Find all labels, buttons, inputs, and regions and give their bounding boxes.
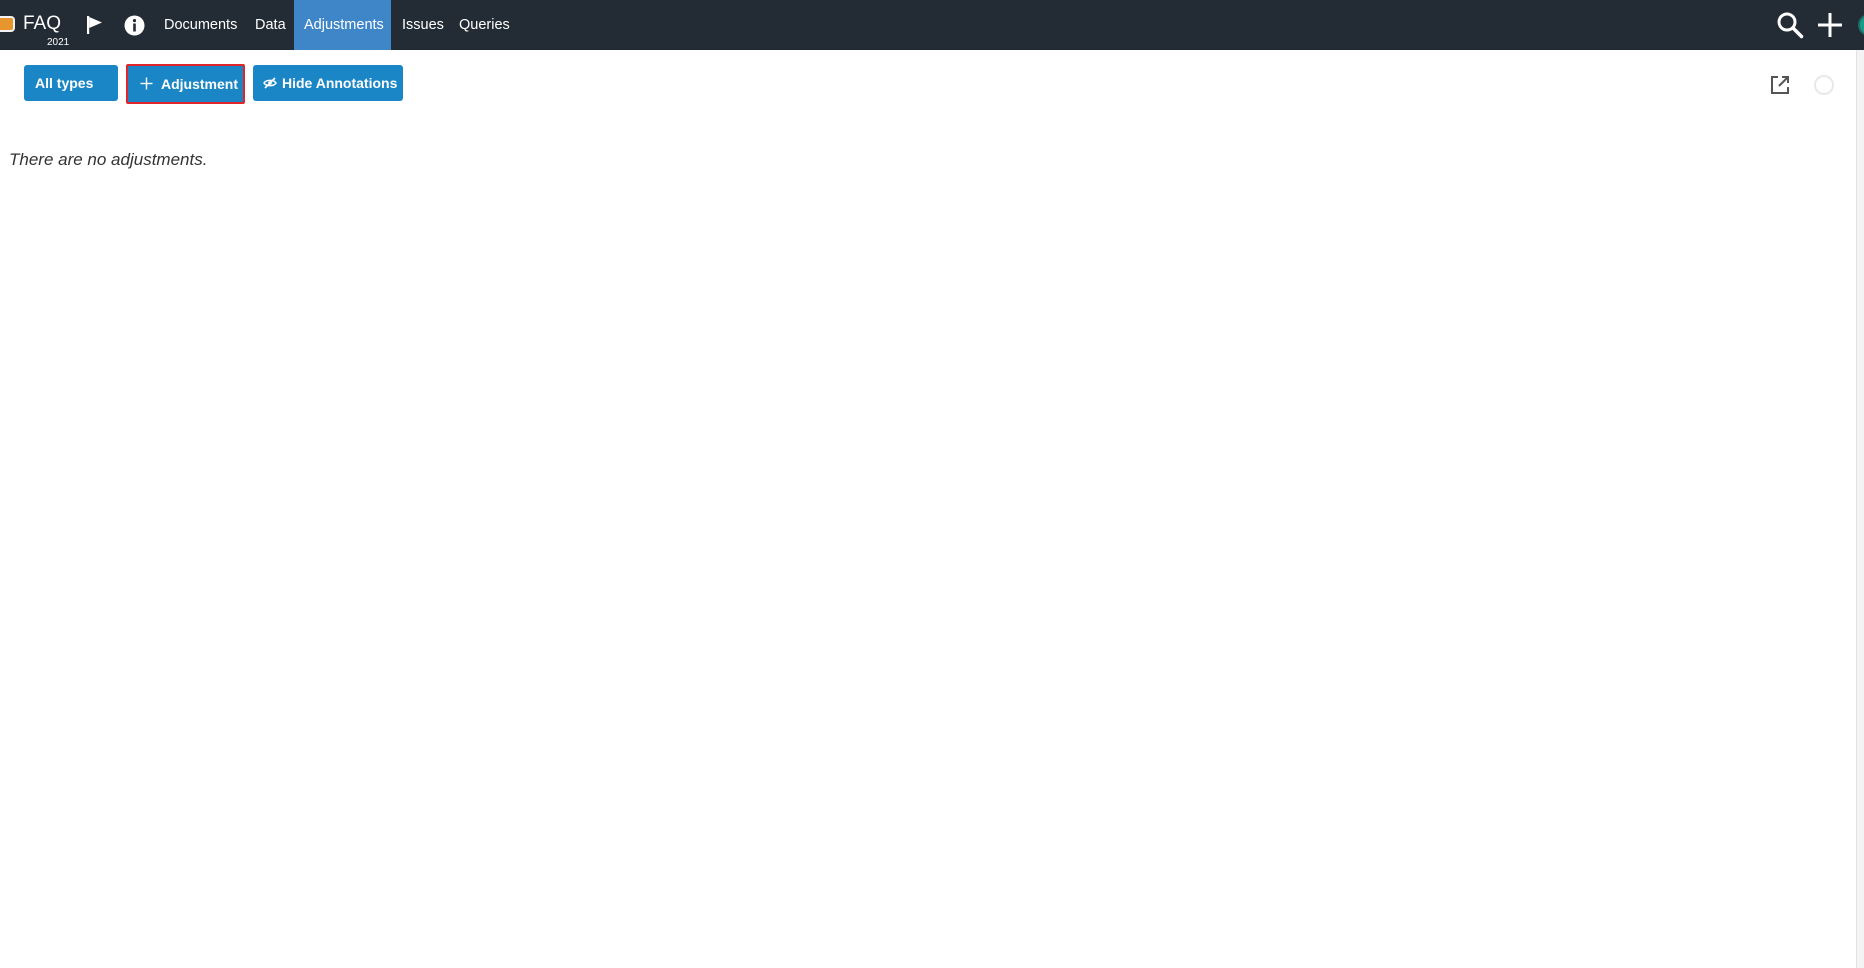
plus-icon[interactable] xyxy=(1817,12,1843,38)
nav-queries[interactable]: Queries xyxy=(459,0,510,50)
avatar[interactable] xyxy=(1858,14,1864,36)
add-adjustment-button[interactable]: Adjustment xyxy=(126,64,245,104)
nav-data[interactable]: Data xyxy=(255,0,286,50)
hide-annotations-label: Hide Annotations xyxy=(282,75,398,91)
plus-icon xyxy=(140,77,153,90)
all-types-dropdown[interactable]: All types xyxy=(24,65,131,101)
empty-state-message: There are no adjustments. xyxy=(9,150,208,169)
status-indicator xyxy=(1814,75,1834,95)
all-types-label: All types xyxy=(35,75,94,91)
flag-icon[interactable] xyxy=(84,14,106,36)
search-icon[interactable] xyxy=(1776,11,1804,39)
nav-documents[interactable]: Documents xyxy=(164,0,237,50)
nav-adjustments[interactable]: Adjustments xyxy=(294,0,391,50)
add-adjustment-label: Adjustment xyxy=(161,76,238,92)
scrollbar[interactable] xyxy=(1856,50,1864,968)
top-navbar: FAQ 2021 Documents Data Adjustments Issu… xyxy=(0,0,1864,50)
eye-slash-icon xyxy=(263,77,277,89)
nav-issues[interactable]: Issues xyxy=(402,0,444,50)
app-badge-icon xyxy=(0,16,15,32)
app-year: 2021 xyxy=(47,37,70,48)
info-icon[interactable] xyxy=(124,15,145,36)
app-title[interactable]: FAQ xyxy=(23,13,61,35)
open-external-icon[interactable] xyxy=(1769,74,1791,96)
hide-annotations-button[interactable]: Hide Annotations xyxy=(253,65,403,101)
